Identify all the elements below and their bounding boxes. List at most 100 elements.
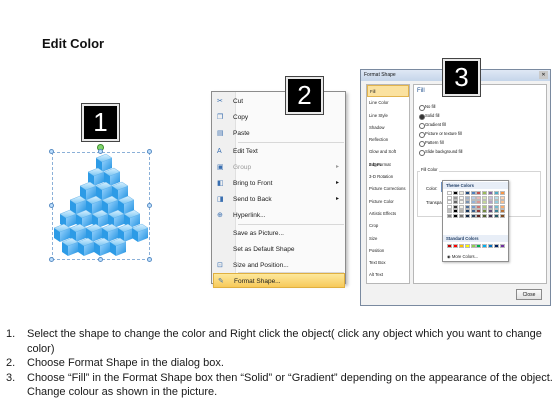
color-swatch[interactable] (470, 209, 476, 213)
category-picture-corrections[interactable]: Picture Corrections (367, 183, 409, 195)
color-swatch[interactable] (452, 204, 458, 209)
color-swatch[interactable] (476, 195, 482, 200)
menu-item-set-as-default-shape[interactable]: Set as Default Shape (213, 242, 345, 257)
color-swatch[interactable] (447, 209, 452, 213)
color-swatch[interactable] (464, 191, 470, 195)
menu-item-save-as-picture[interactable]: Save as Picture... (213, 226, 345, 241)
color-swatch[interactable] (482, 209, 488, 213)
color-swatch[interactable] (488, 200, 494, 204)
category-shadow[interactable]: Shadow (367, 122, 409, 134)
radio-solid-fill[interactable]: Solid fill (419, 112, 439, 120)
color-swatch[interactable] (452, 213, 458, 218)
color-swatch[interactable] (488, 244, 494, 248)
color-swatch[interactable] (452, 191, 458, 195)
menu-item-cut[interactable]: ✂ Cut (213, 94, 345, 109)
color-swatch[interactable] (500, 195, 506, 200)
color-swatch[interactable] (476, 209, 482, 213)
color-swatch[interactable] (500, 200, 506, 204)
menu-item-edit-text[interactable]: A Edit Text (213, 144, 345, 159)
radio-slide-background-fill[interactable]: Slide background fill (419, 148, 462, 156)
color-swatch[interactable] (488, 191, 494, 195)
category-alt-text[interactable]: Alt Text (367, 269, 409, 281)
menu-item-format-shape[interactable]: ✎ Format Shape... (213, 273, 345, 288)
color-swatch[interactable] (458, 209, 464, 213)
color-swatch[interactable] (482, 244, 488, 248)
color-swatch[interactable] (500, 191, 506, 195)
color-swatch[interactable] (494, 213, 500, 218)
color-swatch[interactable] (494, 191, 500, 195)
category-artistic-effects[interactable]: Artistic Effects (367, 208, 409, 220)
color-swatch[interactable] (488, 204, 494, 209)
menu-item-bring-to-front[interactable]: ◧ Bring to Front ▸ (213, 176, 345, 191)
color-swatch[interactable] (470, 191, 476, 195)
radio-picture-or-texture-fill[interactable]: Picture or texture fill (419, 130, 462, 138)
menu-item-copy[interactable]: ❐ Copy (213, 110, 345, 125)
color-swatch[interactable] (482, 195, 488, 200)
category-size[interactable]: Size (367, 233, 409, 245)
category-fill[interactable]: Fill (367, 85, 409, 98)
color-swatch[interactable] (452, 195, 458, 200)
color-swatch[interactable] (447, 213, 452, 218)
category-picture-color[interactable]: Picture Color (367, 196, 409, 208)
color-swatch[interactable] (476, 213, 482, 218)
color-swatch[interactable] (464, 195, 470, 200)
color-swatch[interactable] (452, 244, 458, 248)
category-reflection[interactable]: Reflection (367, 134, 409, 146)
color-swatch[interactable] (447, 244, 452, 248)
color-swatch[interactable] (458, 200, 464, 204)
radio-gradient-fill[interactable]: Gradient fill (419, 121, 446, 129)
radio-pattern-fill[interactable]: Pattern fill (419, 139, 444, 147)
color-swatch[interactable] (470, 204, 476, 209)
category-text-box[interactable]: Text Box (367, 257, 409, 269)
more-colors-option[interactable]: ◉ More Colors... (447, 254, 478, 259)
color-swatch[interactable] (447, 195, 452, 200)
color-swatch[interactable] (464, 200, 470, 204)
color-swatch[interactable] (458, 244, 464, 248)
color-swatch[interactable] (500, 204, 506, 209)
color-swatch[interactable] (488, 195, 494, 200)
radio-no-fill[interactable]: No fill (419, 103, 435, 111)
menu-item-paste[interactable]: ▤ Paste (213, 126, 345, 141)
dialog-close-icon[interactable]: ✕ (539, 71, 548, 79)
color-swatch[interactable] (482, 191, 488, 195)
menu-item-hyperlink[interactable]: ⊕ Hyperlink... (213, 208, 345, 223)
category-3-d-format[interactable]: 3-D Format (367, 159, 409, 171)
color-swatch[interactable] (482, 200, 488, 204)
color-swatch[interactable] (500, 244, 506, 248)
close-button[interactable]: Close (516, 289, 542, 300)
color-swatch[interactable] (500, 213, 506, 218)
category-glow-and-soft-edges[interactable]: Glow and Soft Edges (367, 146, 409, 166)
color-swatch[interactable] (470, 195, 476, 200)
color-swatch[interactable] (488, 213, 494, 218)
color-swatch[interactable] (447, 191, 452, 195)
menu-item-send-to-back[interactable]: ◨ Send to Back ▸ (213, 192, 345, 207)
color-swatch[interactable] (500, 209, 506, 213)
color-swatch[interactable] (482, 204, 488, 209)
color-swatch[interactable] (458, 213, 464, 218)
category-crop[interactable]: Crop (367, 220, 409, 232)
color-swatch[interactable] (494, 204, 500, 209)
color-swatch[interactable] (470, 200, 476, 204)
color-swatch[interactable] (458, 204, 464, 209)
color-swatch[interactable] (458, 195, 464, 200)
color-swatch[interactable] (447, 204, 452, 209)
category-line-style[interactable]: Line Style (367, 110, 409, 122)
menu-item-size-and-position[interactable]: ⊡ Size and Position... (213, 258, 345, 273)
color-swatch[interactable] (494, 244, 500, 248)
color-swatch[interactable] (470, 244, 476, 248)
color-swatch[interactable] (464, 213, 470, 218)
color-swatch[interactable] (476, 204, 482, 209)
color-swatch[interactable] (494, 195, 500, 200)
color-swatch[interactable] (470, 213, 476, 218)
color-swatch[interactable] (464, 209, 470, 213)
category-position[interactable]: Position (367, 245, 409, 257)
color-swatch[interactable] (476, 244, 482, 248)
color-swatch[interactable] (447, 200, 452, 204)
color-swatch[interactable] (494, 200, 500, 204)
color-swatch[interactable] (452, 200, 458, 204)
color-swatch[interactable] (458, 191, 464, 195)
color-swatch[interactable] (494, 209, 500, 213)
color-swatch[interactable] (488, 209, 494, 213)
color-swatch[interactable] (464, 204, 470, 209)
color-swatch[interactable] (452, 209, 458, 213)
